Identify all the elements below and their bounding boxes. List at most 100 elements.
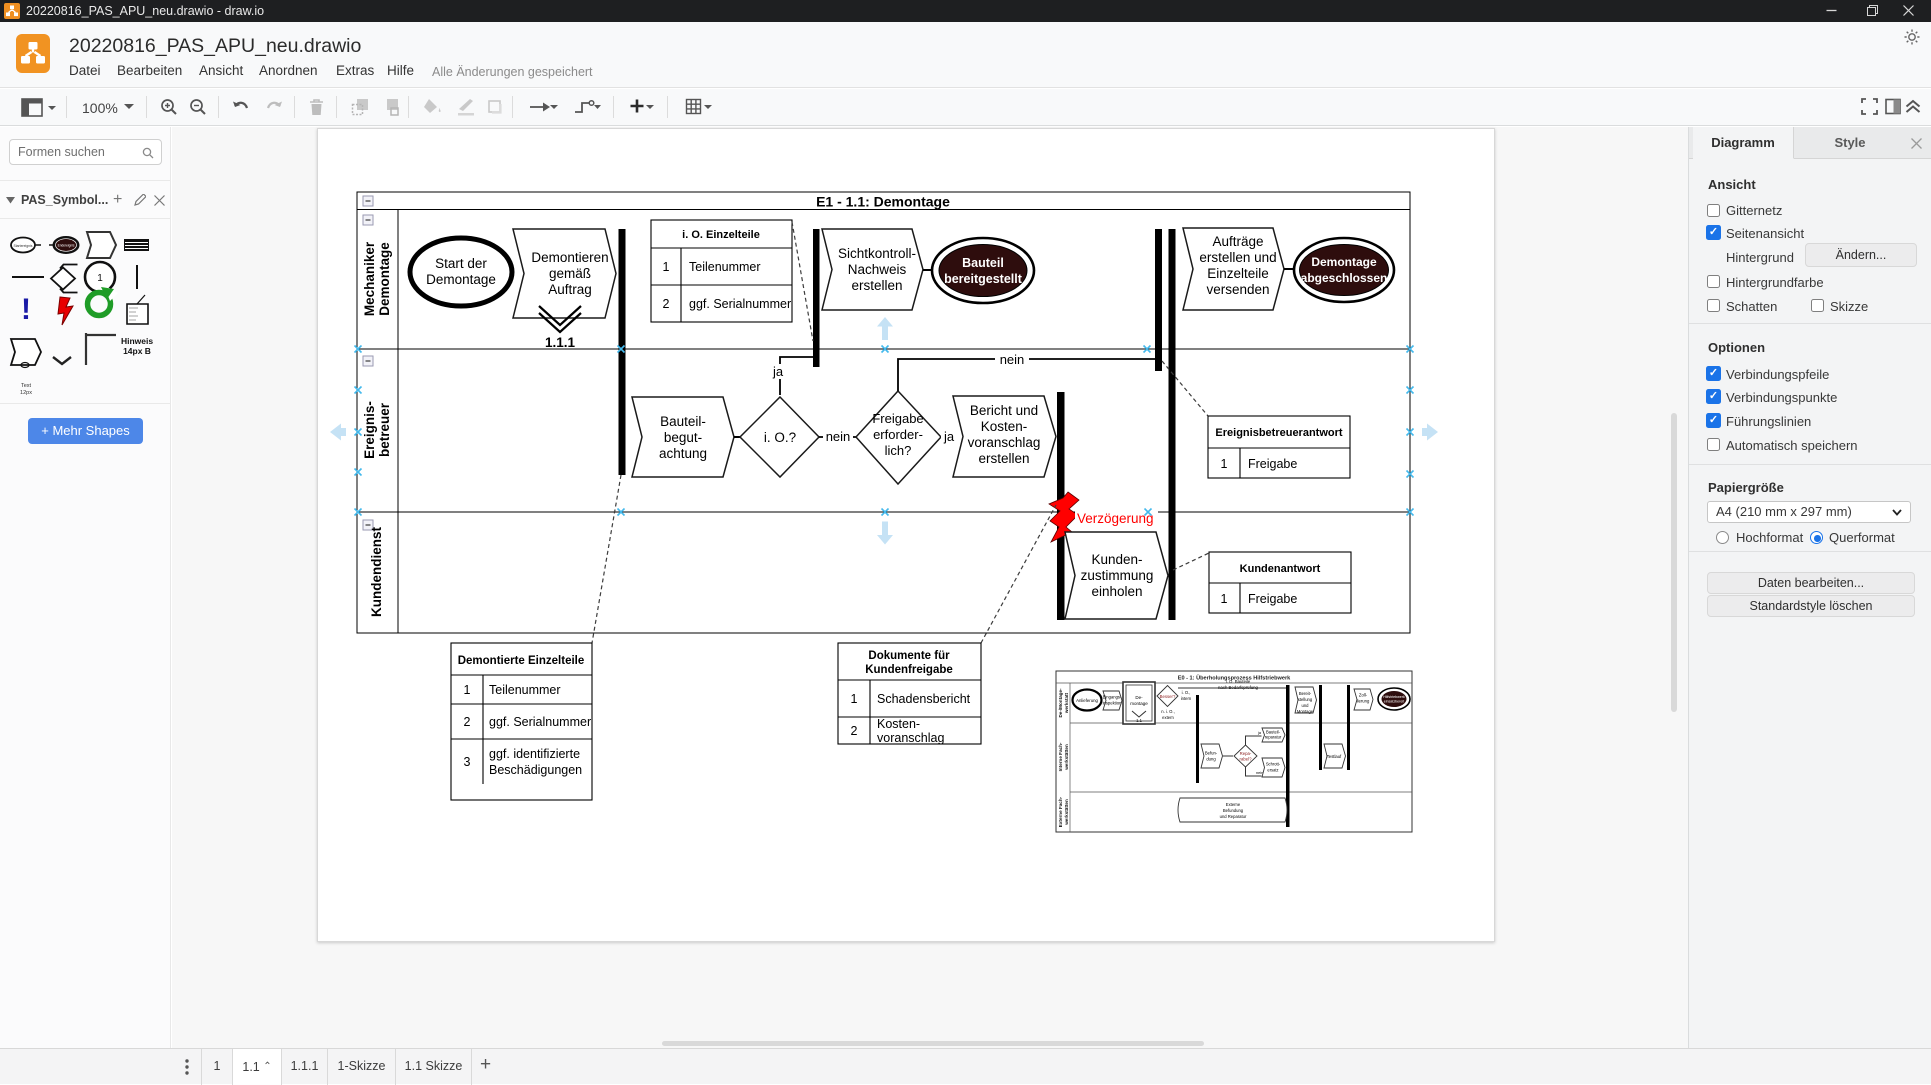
svg-text:zustimmung: zustimmung [1081,568,1154,583]
svg-text:Kundenfreigabe: Kundenfreigabe [865,664,953,676]
svg-text:Hinweis: Hinweis [121,336,153,346]
svg-text:ggf. identifizierte: ggf. identifizierte [489,747,580,761]
svg-text:Interne Fach-: Interne Fach- [1058,742,1063,771]
svg-text:stellung: stellung [1298,697,1313,702]
svg-text:i. O.,: i. O., [1182,690,1191,695]
svg-text:Anlieferung: Anlieferung [1076,698,1098,703]
svg-text:Text: Text [21,383,32,389]
svg-text:inspektion: inspektion [1103,701,1123,706]
svg-text:dung: dung [1206,757,1216,762]
svg-text:Demontage: Demontage [1311,255,1377,269]
svg-text:rabel?: rabel? [1240,757,1253,762]
svg-text:Befun-: Befun- [1205,751,1218,756]
svg-text:Montage: Montage [1297,709,1314,714]
svg-text:betreuer: betreuer [377,402,392,457]
svg-text:einholen: einholen [1091,584,1142,599]
svg-text:Einzelteile: Einzelteile [1207,266,1269,281]
svg-text:ja: ja [943,429,955,444]
svg-text:Hilfstriebwerk: Hilfstriebwerk [1383,695,1405,699]
svg-text:Externe: Externe [1226,802,1241,807]
svg-text:erstellen: erstellen [851,278,902,293]
svg-text:und: und [1302,703,1310,708]
svg-text:versenden: versenden [1206,282,1269,297]
svg-text:Teilenummer: Teilenummer [489,683,561,697]
svg-text:Schadensbericht: Schadensbericht [877,692,971,706]
svg-text:12px: 12px [20,390,32,396]
svg-text:Demontage: Demontage [426,272,496,287]
svg-text:Ereignisbetreuerantwort: Ereignisbetreuerantwort [1215,427,1342,439]
svg-text:Testlauf: Testlauf [1327,754,1342,759]
svg-text:nein: nein [826,429,851,444]
svg-text:n. i. O.,: n. i. O., [1161,709,1175,714]
svg-text:Freigabe: Freigabe [1248,592,1297,606]
svg-text:nach Bedarfsprüfung: nach Bedarfsprüfung [1218,685,1259,690]
svg-text:werkstätten: werkstätten [1064,744,1069,771]
svg-text:De-: De- [1135,695,1143,700]
svg-text:Startereignis: Startereignis [13,244,32,248]
svg-text:Mechaniker: Mechaniker [362,241,377,316]
svg-text:Auftrag: Auftrag [548,282,592,297]
svg-text:erstellen: erstellen [978,451,1029,466]
svg-text:Demontieren: Demontieren [531,250,608,265]
svg-text:reparatur: reparatur [1265,735,1282,740]
svg-text:extern: extern [1162,715,1174,720]
svg-text:nein: nein [1000,352,1025,367]
svg-text:Aufträge: Aufträge [1212,234,1263,249]
svg-text:einsatzbereit: einsatzbereit [1384,700,1404,704]
svg-text:1: 1 [663,260,670,274]
svg-text:1: 1 [851,692,858,706]
svg-text:Repa-: Repa- [1240,751,1252,756]
svg-text:Ereignis-: Ereignis- [362,401,377,459]
svg-text:2: 2 [851,724,858,738]
svg-text:Sichtkontroll-: Sichtkontroll- [838,246,916,261]
svg-text:Endereignis: Endereignis [58,244,75,248]
svg-text:erforder-: erforder- [873,427,923,442]
svg-text:Kunden-: Kunden- [1091,552,1142,567]
svg-text:voranschlag: voranschlag [968,435,1041,450]
svg-text:De-/Montage-: De-/Montage- [1058,688,1063,718]
svg-text:i. O. Einzelteile: i. O. Einzelteile [682,229,760,241]
svg-text:Start der: Start der [435,256,487,271]
svg-text:Nachweis: Nachweis [848,262,907,277]
svg-text:ja: ja [772,364,784,379]
svg-text:lierung: lierung [1357,699,1370,704]
svg-text:achtung: achtung [659,446,707,461]
svg-text:14px B: 14px B [123,346,151,356]
svg-text:1.1.1: 1.1.1 [545,335,576,350]
svg-text:werkstätten: werkstätten [1064,799,1069,826]
svg-text:Bauteil: Bauteil [962,256,1004,270]
svg-text:Besser?: Besser? [1160,694,1176,699]
svg-text:ggf. Serialnummer: ggf. Serialnummer [689,297,791,311]
svg-text:E1 - 1.1: Demontage: E1 - 1.1: Demontage [816,194,950,210]
svg-text:begut-: begut- [664,430,702,445]
svg-text:Demontage: Demontage [377,242,392,316]
svg-text:Befundung: Befundung [1223,808,1244,813]
svg-text:1: 1 [97,273,103,284]
svg-text:voranschlag: voranschlag [877,731,944,745]
svg-text:Freigabe: Freigabe [872,411,923,426]
svg-text:Kundenantwort: Kundenantwort [1240,563,1321,575]
svg-text:1: 1 [1221,592,1228,606]
svg-text:Teilenummer: Teilenummer [689,260,761,274]
svg-text:ersatz: ersatz [1267,768,1278,773]
svg-text:2: 2 [663,297,670,311]
svg-text:Zoll-: Zoll- [1359,693,1368,698]
svg-text:2: 2 [464,715,471,729]
svg-text:Externe Fach-: Externe Fach- [1058,796,1063,827]
svg-text:Kosten-: Kosten- [877,717,920,731]
svg-text:Freigabe: Freigabe [1248,457,1297,471]
svg-text:1.1: 1.1 [1136,718,1142,723]
svg-text:lich?: lich? [885,443,912,458]
svg-text:Verzögerung: Verzögerung [1077,511,1154,526]
svg-text:nein: nein [1256,771,1263,775]
svg-text:Beschädigungen: Beschädigungen [489,763,582,777]
svg-text:Eingangs-: Eingangs- [1103,695,1122,700]
svg-text:und Reparatur: und Reparatur [1220,814,1247,819]
svg-text:Kosten-: Kosten- [981,419,1028,434]
svg-text:bereitgestellt: bereitgestellt [944,272,1023,286]
svg-text:3: 3 [464,755,471,769]
svg-text:1: 1 [1221,457,1228,471]
svg-text:!: ! [21,293,31,326]
svg-text:i. O.?: i. O.? [764,430,796,445]
svg-text:werkstatt: werkstatt [1064,692,1069,714]
